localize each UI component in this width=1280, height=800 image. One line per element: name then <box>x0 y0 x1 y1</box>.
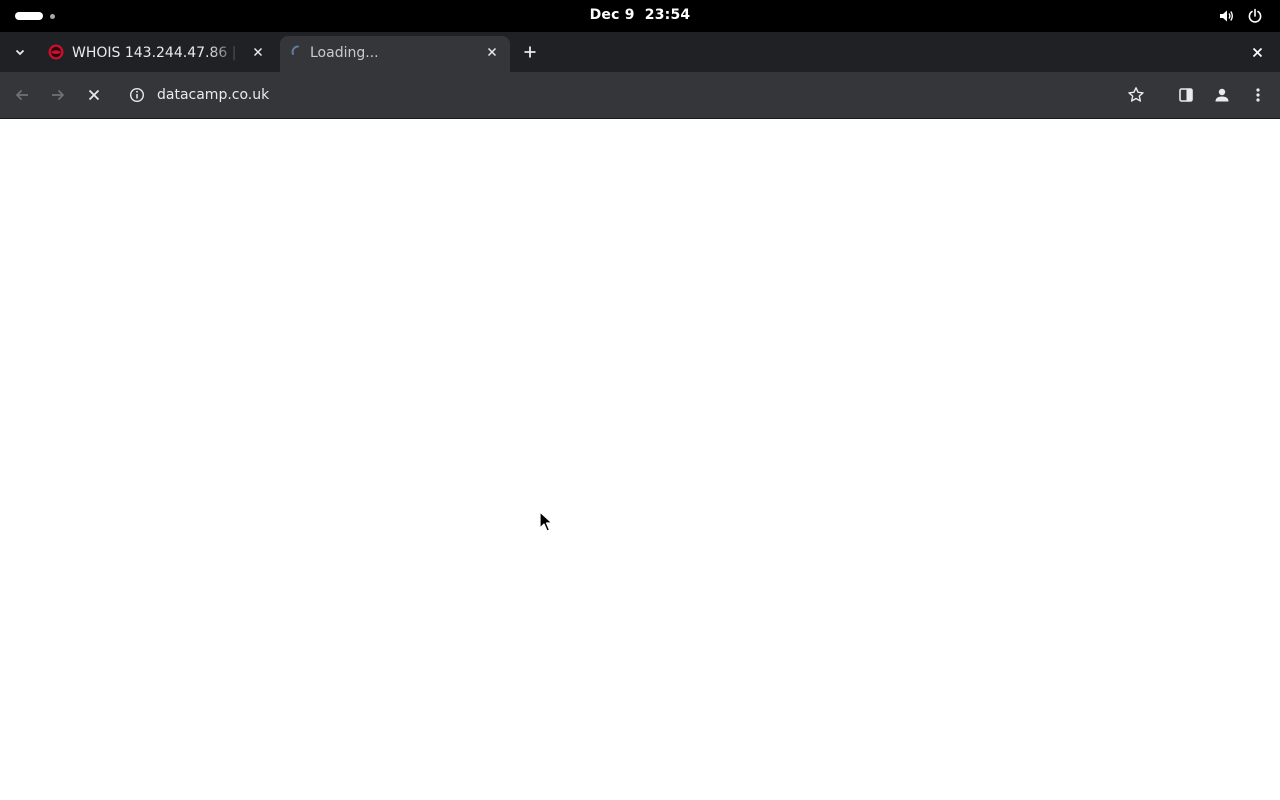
stop-loading-button[interactable] <box>82 83 106 107</box>
site-info-icon[interactable] <box>129 87 145 103</box>
clock[interactable]: Dec 9 23:54 <box>0 7 1280 23</box>
chevron-down-icon <box>15 49 25 56</box>
profile-icon <box>1215 88 1229 102</box>
power-icon[interactable] <box>1247 8 1263 24</box>
bookmark-star-icon[interactable] <box>1127 86 1145 104</box>
mouse-cursor-icon <box>539 511 553 532</box>
tab-title: Loading... <box>310 45 379 61</box>
profile-button[interactable] <box>1210 83 1234 107</box>
tab-strip: WHOIS 143.244.47.86 | D Loading... <box>0 32 1280 72</box>
window-close-button[interactable] <box>1247 42 1267 62</box>
page-content[interactable] <box>0 119 1280 800</box>
close-icon <box>487 47 497 57</box>
back-arrow-icon <box>15 89 28 101</box>
browser-toolbar: datacamp.co.uk <box>0 72 1280 119</box>
close-icon <box>1252 47 1262 57</box>
clock-date: Dec 9 <box>589 7 635 23</box>
back-button[interactable] <box>10 83 34 107</box>
side-panel-button[interactable] <box>1174 83 1198 107</box>
site-favicon <box>48 44 64 60</box>
new-tab-button[interactable] <box>518 40 542 64</box>
side-panel-icon <box>1179 88 1193 102</box>
close-icon <box>253 47 263 57</box>
tab-title: WHOIS 143.244.47.86 | D <box>72 45 242 61</box>
browser-menu-button[interactable] <box>1246 83 1270 107</box>
menu-dots-icon <box>1256 88 1260 102</box>
system-top-bar: Dec 9 23:54 <box>0 0 1280 32</box>
tab-close-button[interactable] <box>484 44 500 60</box>
forward-arrow-icon <box>52 89 65 101</box>
clock-time: 23:54 <box>644 7 691 23</box>
url-text[interactable]: datacamp.co.uk <box>157 86 269 104</box>
forward-button[interactable] <box>46 83 70 107</box>
tab-whois[interactable]: WHOIS 143.244.47.86 | D <box>38 36 276 72</box>
plus-icon <box>524 46 536 58</box>
address-bar[interactable]: datacamp.co.uk <box>120 78 1160 112</box>
tab-loading[interactable]: Loading... <box>280 36 510 72</box>
stop-loading-icon <box>88 89 100 101</box>
loading-spinner-icon <box>291 45 299 55</box>
tab-search-button[interactable] <box>8 41 32 63</box>
tab-close-button[interactable] <box>250 44 266 60</box>
volume-icon[interactable] <box>1218 8 1234 24</box>
